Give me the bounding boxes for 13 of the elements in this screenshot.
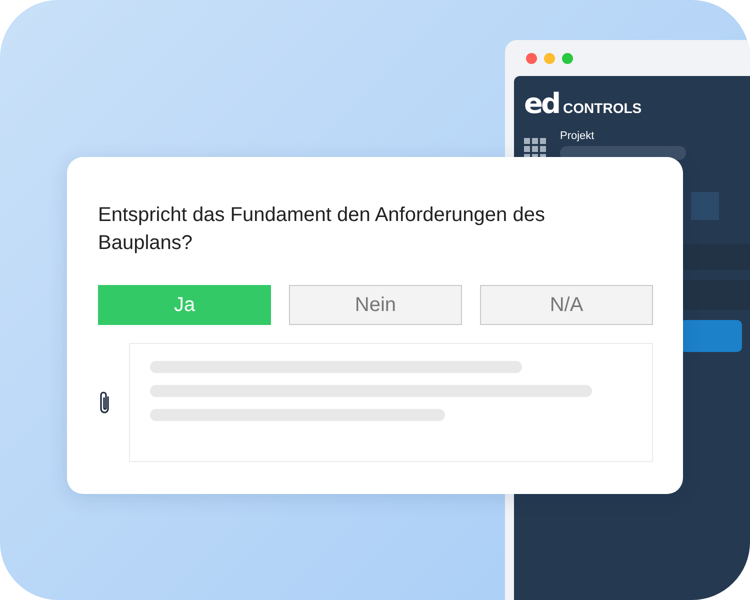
close-icon[interactable] [526,53,537,64]
question-text: Entspricht das Fundament den Anforderungen des Bauplans? [98,203,546,256]
logo-mark: ed [524,92,560,116]
paperclip-icon[interactable] [98,390,112,416]
answer-option[interactable]: N/A [480,285,653,325]
list-row[interactable] [680,280,750,310]
answer-option[interactable]: Ja [98,285,271,325]
project-label: Projekt [560,130,596,142]
action-button[interactable] [680,320,742,352]
tile [691,192,719,220]
answer-option[interactable]: Nein [289,285,462,325]
list-row[interactable] [680,244,750,270]
brand-name: CONTROLS [563,100,642,116]
